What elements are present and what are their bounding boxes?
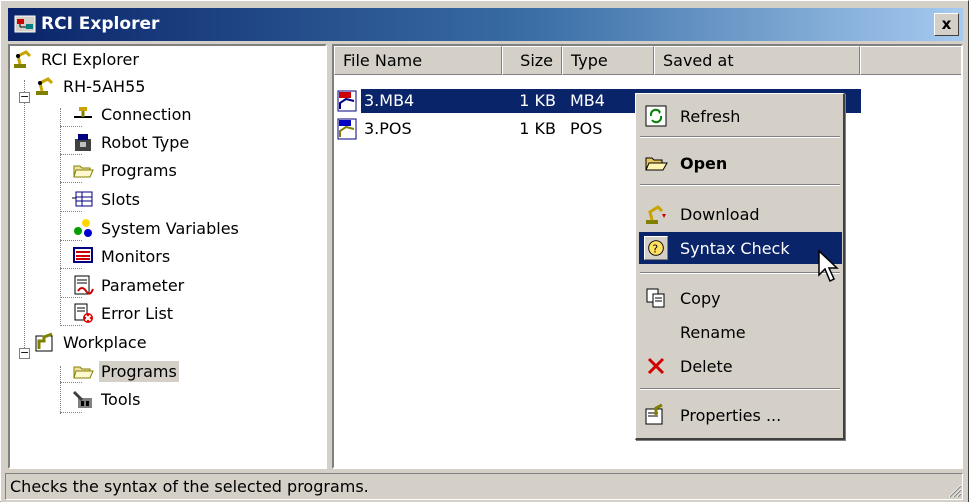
tree-label: Robot Type	[101, 132, 190, 152]
open-folder-icon	[645, 157, 668, 171]
column-header-type[interactable]: Type	[562, 46, 654, 75]
tree-item-robot[interactable]: RH-5AH55	[34, 73, 147, 99]
blank-icon	[644, 320, 668, 344]
tree-item-slots[interactable]: Slots	[72, 186, 142, 212]
connection-icon	[74, 107, 92, 118]
tree-label: Error List	[101, 303, 174, 323]
file-name: 3.MB4	[364, 91, 415, 110]
workplace-icon	[35, 332, 53, 352]
tree-line	[60, 412, 82, 413]
refresh-icon	[645, 105, 667, 127]
program-file-icon	[337, 90, 357, 112]
tree-item-tools[interactable]: Tools	[72, 386, 142, 412]
robot-arm-icon	[14, 50, 32, 68]
file-type: MB4	[570, 91, 605, 110]
menu-item-refresh[interactable]: Refresh	[639, 100, 842, 132]
close-icon: x	[941, 15, 952, 33]
expander-workplace[interactable]: −	[19, 347, 30, 359]
menu-item-properties[interactable]: Properties ...	[639, 399, 842, 431]
column-header-file-name[interactable]: File Name	[334, 46, 502, 75]
mouse-cursor-icon	[818, 249, 839, 283]
file-name: 3.POS	[364, 119, 412, 138]
window-title: RCI Explorer	[41, 14, 160, 34]
menu-separator	[640, 388, 840, 390]
copy-icon	[646, 288, 665, 308]
menu-item-delete[interactable]: Delete	[639, 350, 842, 382]
close-button[interactable]: x	[934, 13, 959, 36]
title-bar[interactable]: RCI Explorer x	[8, 8, 963, 41]
delete-icon	[647, 357, 665, 375]
tree-label: Monitors	[101, 246, 171, 266]
tree-item-workplace[interactable]: Workplace	[34, 329, 149, 355]
column-header-filler	[860, 46, 961, 75]
tree-label: Parameter	[101, 275, 185, 295]
menu-item-open[interactable]: Open	[639, 147, 842, 179]
monitor-icon	[73, 247, 93, 263]
menu-item-copy[interactable]: Copy	[639, 282, 842, 314]
menu-item-rename[interactable]: Rename	[639, 316, 842, 348]
tree-label: System Variables	[101, 218, 239, 238]
slots-icon	[72, 191, 93, 207]
folder-open-icon	[73, 366, 94, 379]
tree-label: Workplace	[63, 332, 147, 352]
expander-robot[interactable]: −	[19, 91, 30, 103]
context-menu: Refresh Open Download ? Syntax Check Cop…	[635, 93, 845, 440]
tree-item-programs[interactable]: Programs	[72, 157, 179, 183]
tree-item-workplace-programs[interactable]: Programs	[72, 358, 179, 384]
tree-item-rci-explorer[interactable]: RCI Explorer	[12, 46, 141, 72]
folder-open-icon	[73, 165, 94, 178]
parameter-icon	[74, 275, 94, 295]
tree-item-parameter[interactable]: Parameter	[72, 272, 186, 298]
menu-separator	[640, 184, 840, 186]
status-text: Checks the syntax of the selected progra…	[5, 473, 963, 500]
app-icon	[14, 15, 36, 33]
tree-label: Programs	[101, 160, 177, 180]
tree-item-robot-type[interactable]: Robot Type	[72, 129, 191, 155]
position-file-icon	[337, 118, 357, 140]
tree-line	[24, 80, 25, 358]
status-bar: Checks the syntax of the selected progra…	[1, 471, 968, 502]
menu-item-syntax-check[interactable]: ? Syntax Check	[639, 232, 842, 264]
column-header-size[interactable]: Size	[502, 46, 562, 75]
error-list-icon	[74, 303, 93, 323]
tree-line	[60, 108, 61, 326]
tree-line	[60, 366, 61, 414]
menu-separator	[640, 272, 840, 274]
robot-arm-icon	[36, 77, 54, 95]
column-header-saved-at[interactable]: Saved at	[654, 46, 860, 75]
menu-separator	[640, 136, 840, 138]
svg-text:?: ?	[652, 243, 658, 256]
download-icon	[646, 205, 666, 224]
tree-item-system-variables[interactable]: System Variables	[72, 215, 241, 241]
tree-label: RCI Explorer	[41, 49, 139, 69]
tree-label: RH-5AH55	[63, 76, 146, 96]
tree-item-connection[interactable]: Connection	[72, 101, 194, 127]
tree-label: Connection	[101, 104, 192, 124]
tree-item-error-list[interactable]: Error List	[72, 300, 175, 326]
file-type: POS	[570, 119, 603, 138]
tree-label: Slots	[101, 189, 140, 209]
resize-grip-icon[interactable]	[948, 484, 962, 498]
menu-item-download[interactable]: Download	[639, 198, 842, 230]
syntax-check-icon: ?	[644, 236, 668, 260]
rci-explorer-window: RCI Explorer x − − RCI Explorer RH-5AH55…	[0, 0, 969, 502]
system-variables-icon	[74, 219, 92, 237]
properties-icon	[645, 403, 663, 425]
tree-label: Tools	[101, 389, 141, 409]
file-size: 1 KB	[519, 91, 556, 110]
file-size: 1 KB	[519, 119, 556, 138]
tree-label: Programs	[99, 360, 179, 382]
tree-pane[interactable]: − − RCI Explorer RH-5AH55 Connection Rob…	[8, 44, 327, 469]
tools-icon	[72, 390, 92, 408]
robot-type-icon	[75, 134, 91, 151]
tree-item-monitors[interactable]: Monitors	[72, 243, 172, 269]
